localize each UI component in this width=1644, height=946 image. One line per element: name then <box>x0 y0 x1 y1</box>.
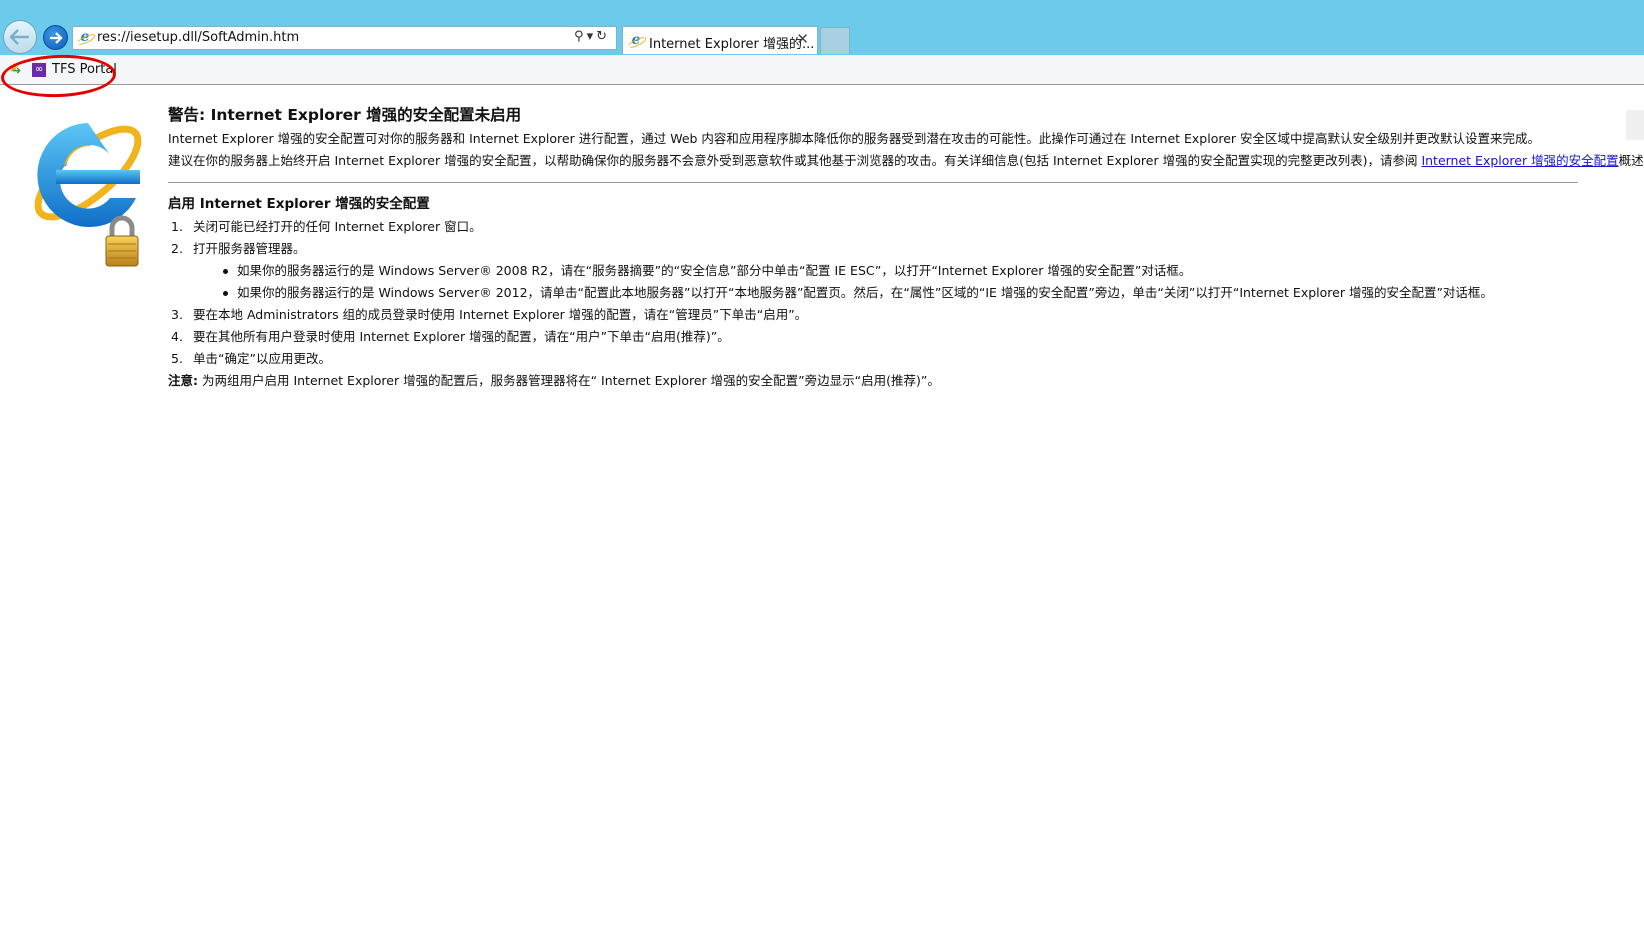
step-number: 3. <box>171 307 183 322</box>
tab-title: Internet Explorer 增强的... <box>649 37 815 52</box>
ie-security-logo-icon <box>34 123 142 267</box>
dropdown-arrow-icon[interactable]: ▾ <box>587 29 597 44</box>
note-text: 为两组用户启用 Internet Explorer 增强的配置后，服务器管理器将… <box>198 373 940 388</box>
browser-title-bar: e res://iesetup.dll/SoftAdmin.htm ⚲▾↻ e … <box>0 0 1644 55</box>
recommend-tail: 概述。 <box>1618 153 1644 168</box>
step-number: 5. <box>171 351 183 366</box>
note-label: 注意: <box>168 373 198 388</box>
steps-list: 1. 关闭可能已经打开的任何 Internet Explorer 窗口。 2. 打开… <box>168 216 1578 370</box>
step-text: 要在其他所有用户登录时使用 Internet Explorer 增强的配置，请在… <box>193 329 730 344</box>
tab-ie-icon: e <box>629 33 643 48</box>
new-tab-button[interactable] <box>820 27 850 54</box>
address-text[interactable]: res://iesetup.dll/SoftAdmin.htm <box>97 30 299 45</box>
refresh-icon[interactable]: ↻ <box>596 29 610 44</box>
tab-close-icon[interactable]: ✕ <box>796 30 809 48</box>
favorites-bar: ★ ➜ ∞ TFS Portal <box>0 55 1644 140</box>
step-text: 单击“确定”以应用更改。 <box>193 351 331 366</box>
substeps-list: 如果你的服务器运行的是 Windows Server® 2008 R2，请在“服… <box>193 260 1578 304</box>
recommend-text: 建议在你的服务器上始终开启 Internet Explorer 增强的安全配置，… <box>168 153 1422 168</box>
step-text: 关闭可能已经打开的任何 Internet Explorer 窗口。 <box>193 219 482 234</box>
note-paragraph: 注意: 为两组用户启用 Internet Explorer 增强的配置后，服务器… <box>168 370 1578 392</box>
step-number: 2. <box>171 241 183 256</box>
main-content: 警告: Internet Explorer 增强的安全配置未启用 Interne… <box>168 104 1644 392</box>
recommend-paragraph: 建议在你的服务器上始终开启 Internet Explorer 增强的安全配置，… <box>168 150 1644 172</box>
forward-arrow-icon <box>49 31 63 44</box>
step-item: 3. 要在本地 Administrators 组的成员登录时使用 Internet… <box>168 304 1578 326</box>
step-text: 要在本地 Administrators 组的成员登录时使用 Internet E… <box>193 307 808 322</box>
esc-overview-link[interactable]: Internet Explorer 增强的安全配置 <box>1421 153 1618 168</box>
step-number: 4. <box>171 329 183 344</box>
warning-title: 警告: Internet Explorer 增强的安全配置未启用 <box>168 106 522 124</box>
back-button[interactable] <box>3 20 37 54</box>
step-item: 2. 打开服务器管理器。 如果你的服务器运行的是 Windows Server® … <box>168 238 1578 304</box>
step-number: 1. <box>171 219 183 234</box>
substep-item: 如果你的服务器运行的是 Windows Server® 2012，请单击“配置此… <box>223 282 1578 304</box>
favorites-bar-edge <box>1626 110 1644 140</box>
forward-button[interactable] <box>43 25 68 50</box>
section-title: 启用 Internet Explorer 增强的安全配置 <box>168 196 430 212</box>
intro-paragraph: Internet Explorer 增强的安全配置可对你的服务器和 Intern… <box>168 131 1541 146</box>
ie-page-icon: e <box>78 30 92 45</box>
browser-tab[interactable]: e Internet Explorer 增强的... ✕ <box>622 26 818 54</box>
divider <box>168 182 1578 183</box>
back-arrow-icon <box>10 29 29 45</box>
step-item: 1. 关闭可能已经打开的任何 Internet Explorer 窗口。 <box>168 216 1578 238</box>
step-text: 打开服务器管理器。 <box>193 241 306 256</box>
address-controls: ⚲▾↻ <box>574 29 610 44</box>
step-item: 4. 要在其他所有用户登录时使用 Internet Explorer 增强的配置，… <box>168 326 1578 348</box>
search-icon[interactable]: ⚲ <box>574 29 587 44</box>
substep-item: 如果你的服务器运行的是 Windows Server® 2008 R2，请在“服… <box>223 260 1578 282</box>
step-item: 5. 单击“确定”以应用更改。 <box>168 348 1578 370</box>
address-bar[interactable]: e res://iesetup.dll/SoftAdmin.htm ⚲▾↻ <box>72 26 617 50</box>
